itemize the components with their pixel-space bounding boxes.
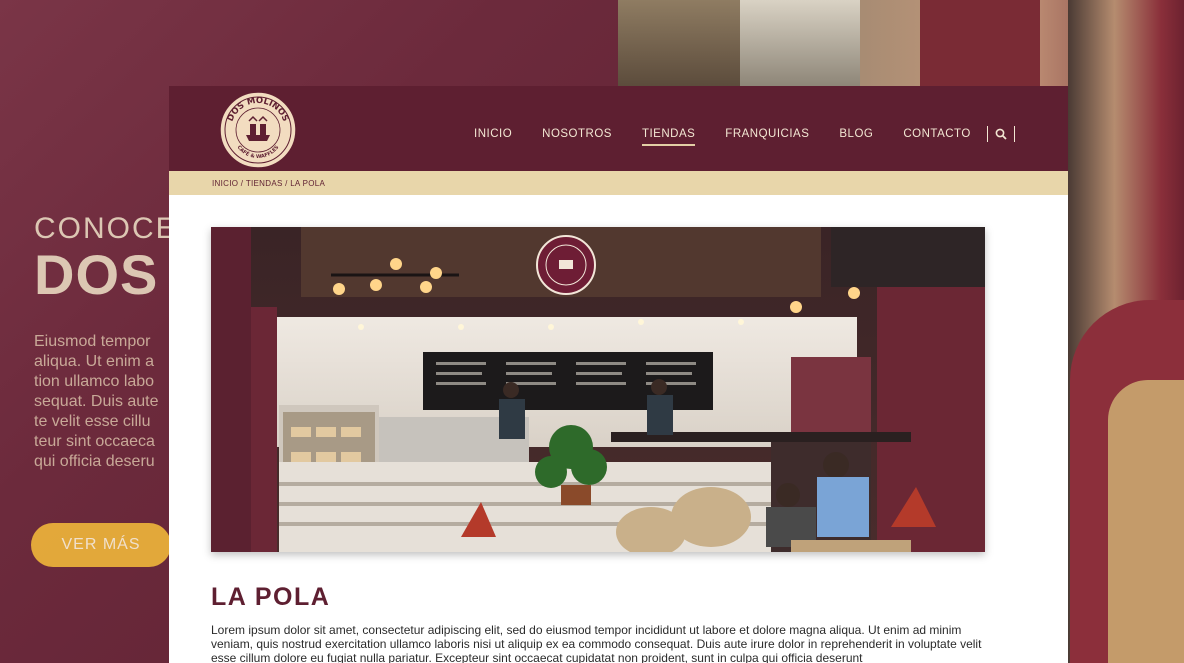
ver-mas-button[interactable]: VER MÁS [31, 523, 171, 567]
breadcrumb-separator: / [282, 178, 291, 188]
nav-divider [1013, 126, 1015, 142]
store-photo [211, 227, 985, 552]
hero-title-line1: CONOCE [34, 212, 178, 245]
nav-franquicias[interactable]: FRANQUICIAS [725, 128, 809, 140]
nav-inicio[interactable]: INICIO [474, 128, 512, 140]
store-description: Lorem ipsum dolor sit amet, consectetur … [211, 623, 982, 663]
breadcrumb-current: LA POLA [290, 178, 326, 188]
search-icon[interactable] [988, 124, 1014, 144]
logo[interactable]: DOS MOLINOS CAFÉ & WAFFLES [219, 91, 297, 169]
nav-nosotros[interactable]: NOSOTROS [542, 128, 612, 140]
store-title: LA POLA [211, 583, 331, 611]
hero-text-line: teur sint occaeca [34, 433, 155, 450]
nav-contacto[interactable]: CONTACTO [903, 128, 970, 140]
hero-title-line2: DOS [34, 243, 159, 306]
main-nav: INICIO NOSOTROS TIENDAS FRANQUICIAS BLOG… [474, 124, 1015, 146]
breadcrumb-inicio[interactable]: INICIO [212, 179, 238, 188]
hero-text-line: qui officia deseru [34, 453, 155, 470]
breadcrumb-separator: / [238, 178, 246, 188]
breadcrumb-tiendas[interactable]: TIENDAS [246, 179, 283, 188]
hero-text-line: Eiusmod tempor [34, 333, 151, 350]
hero-text-line: sequat. Duis aute [34, 393, 159, 410]
nav-blog[interactable]: BLOG [839, 128, 873, 140]
nav-tiendas[interactable]: TIENDAS [641, 128, 696, 146]
header: DOS MOLINOS CAFÉ & WAFFLES INICIO NOSOTR… [169, 86, 1068, 171]
breadcrumb: INICIO / TIENDAS / LA POLA [169, 171, 1068, 195]
hero-text-line: tion ullamco labo [34, 373, 155, 390]
hero-text: Eiusmod tempor aliqua. Ut enim a tion ul… [34, 332, 174, 482]
hero-text-line: te velit esse cillu [34, 413, 151, 430]
store-page: DOS MOLINOS CAFÉ & WAFFLES INICIO NOSOTR… [169, 86, 1068, 663]
hero-text-line: aliqua. Ut enim a [34, 353, 155, 370]
